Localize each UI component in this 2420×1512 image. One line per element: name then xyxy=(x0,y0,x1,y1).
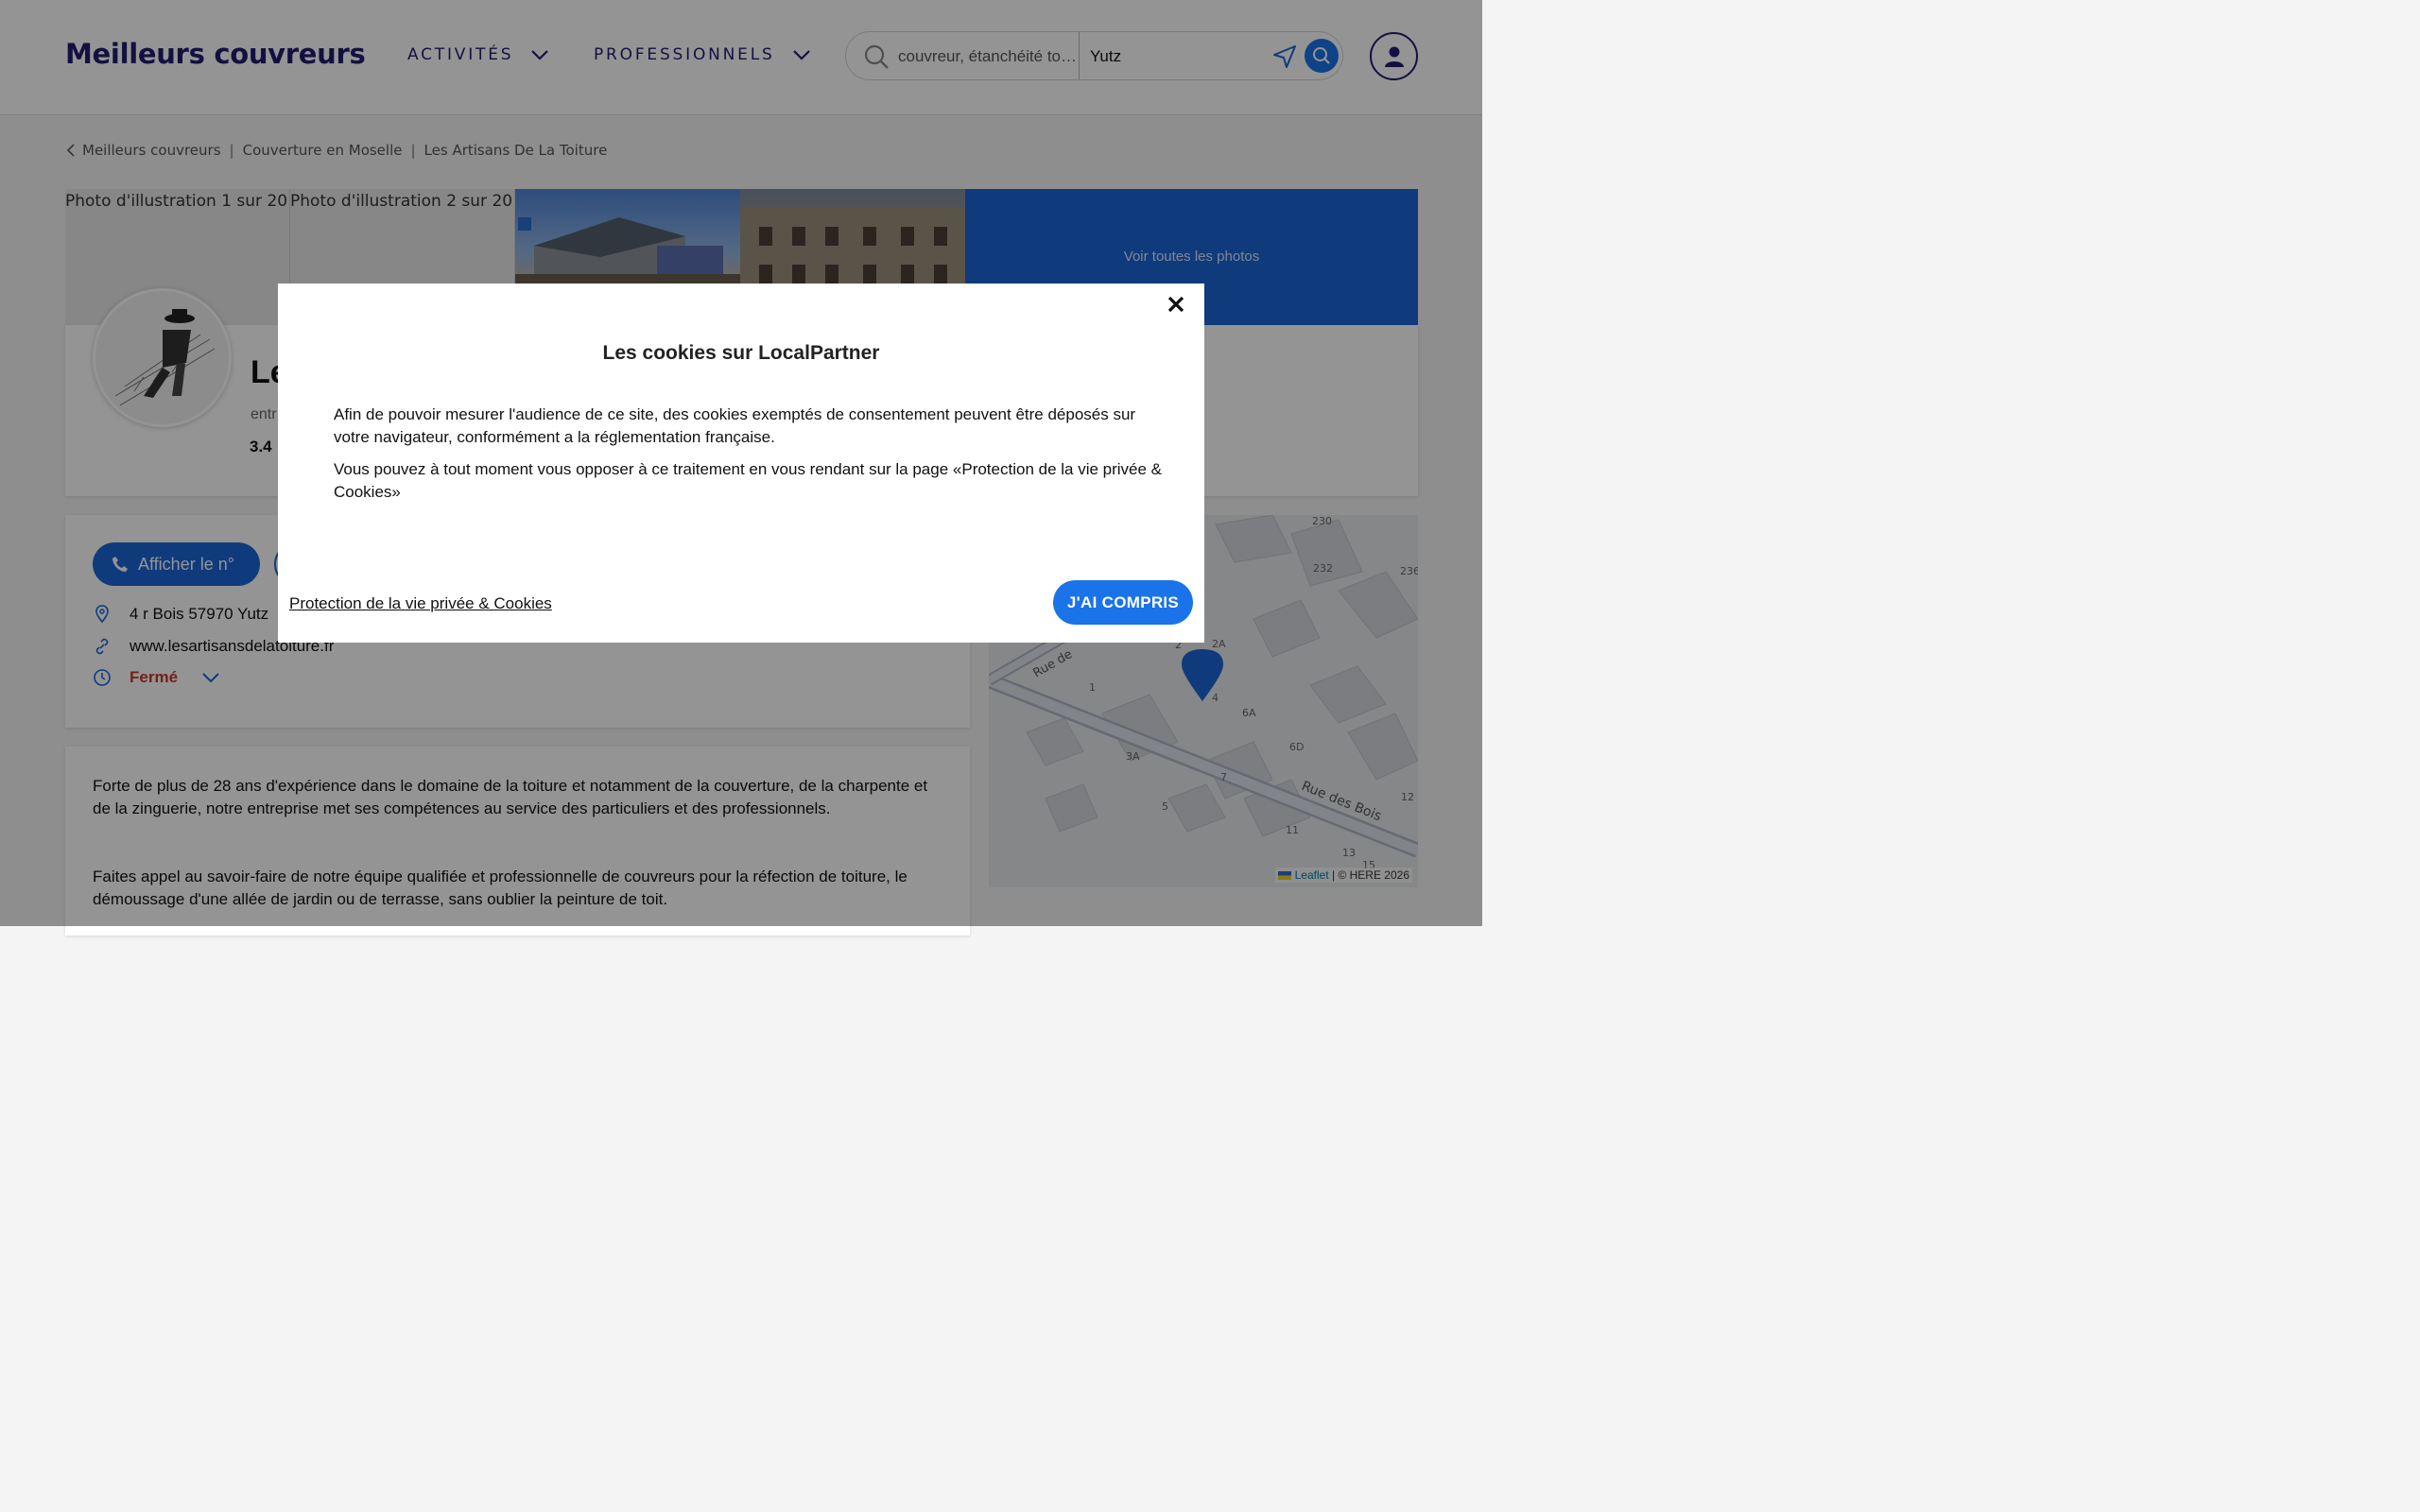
cookie-modal-text-1: Afin de pouvoir mesurer l'audience de ce… xyxy=(334,405,1136,446)
accept-cookies-button[interactable]: J'AI COMPRIS xyxy=(1053,580,1193,625)
cookie-modal-text-2: Vous pouvez à tout moment vous opposer à… xyxy=(334,460,1163,501)
close-icon[interactable] xyxy=(1166,294,1186,315)
cookie-modal-title: Les cookies sur LocalPartner xyxy=(602,342,880,364)
privacy-link[interactable]: Protection de la vie privée & Cookies xyxy=(289,594,552,613)
cookie-modal: Les cookies sur LocalPartner Afin de pou… xyxy=(278,284,1204,643)
